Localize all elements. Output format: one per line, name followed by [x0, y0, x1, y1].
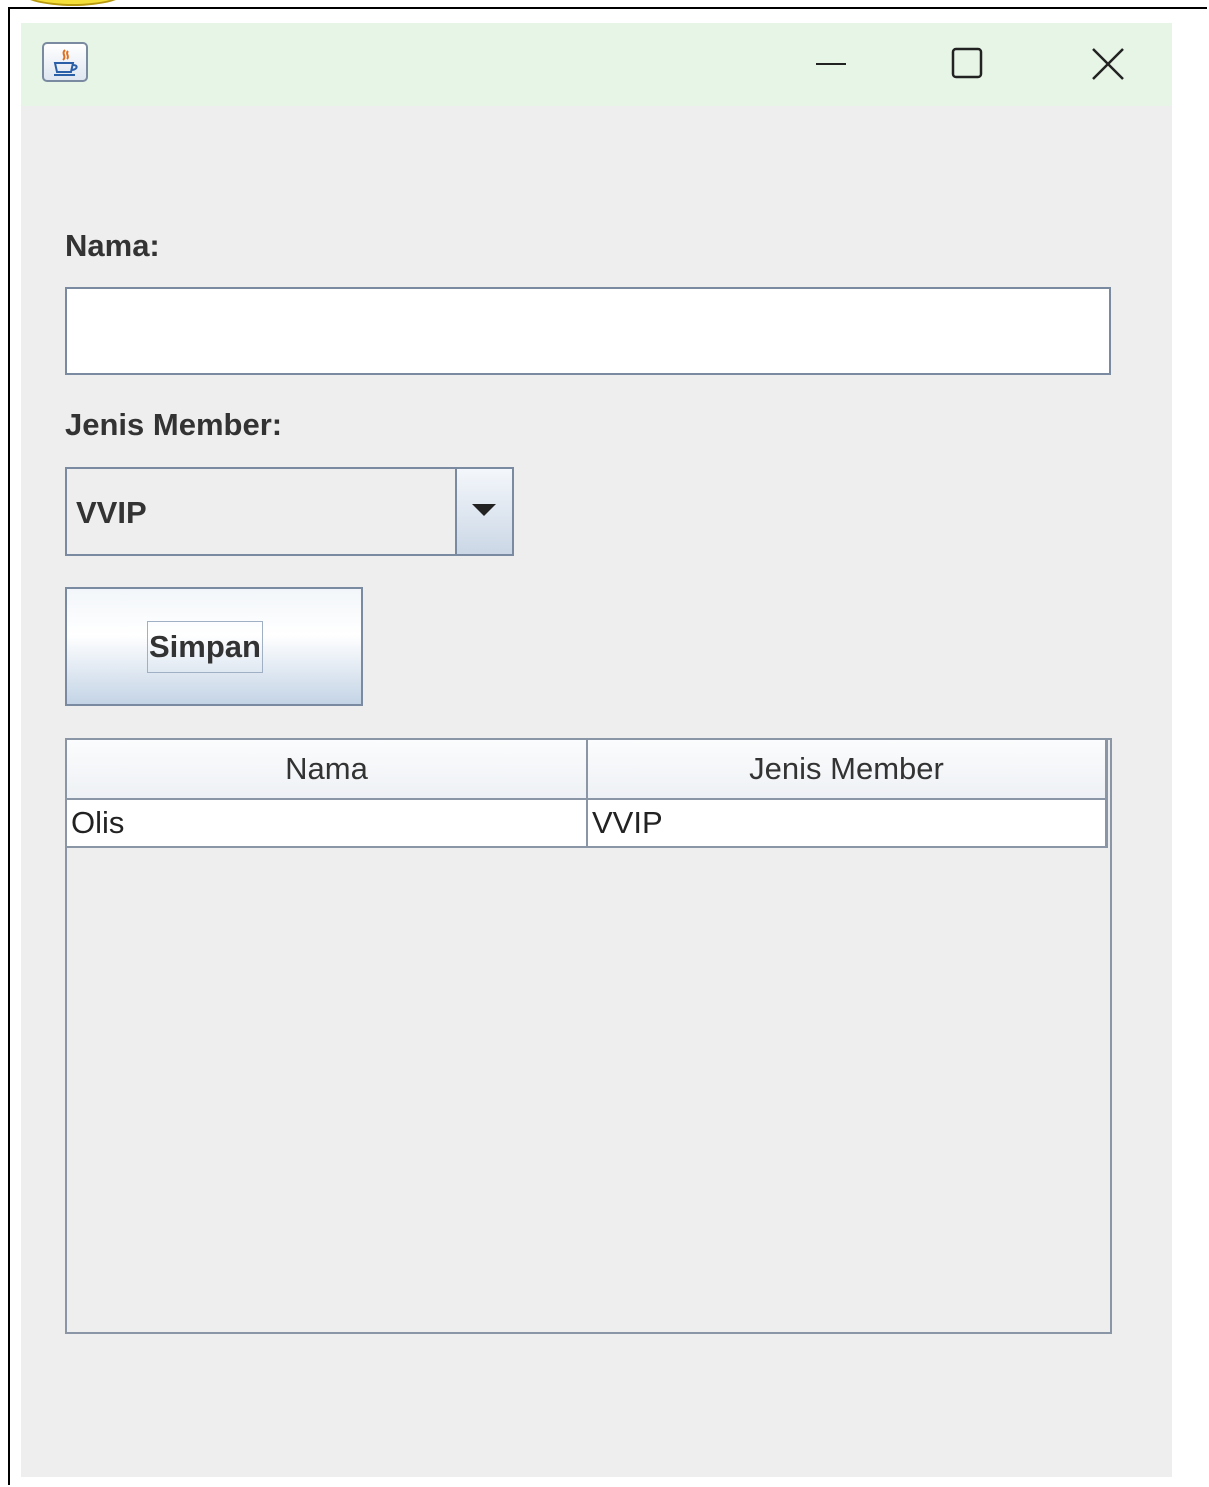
triangle-down-icon — [472, 504, 496, 516]
member-table[interactable]: Nama Jenis Member Olis VVIP — [65, 738, 1112, 1334]
column-header-jenis-member[interactable]: Jenis Member — [588, 740, 1105, 798]
member-type-selected: VVIP — [76, 495, 147, 530]
java-coffee-cup-icon[interactable] — [42, 42, 88, 82]
decorative-highlight — [18, 0, 128, 6]
column-header-nama[interactable]: Nama — [67, 740, 588, 798]
dropdown-arrow-button[interactable] — [455, 469, 512, 554]
name-input[interactable] — [65, 287, 1111, 375]
save-button[interactable]: Simpan — [65, 587, 363, 706]
minimize-button[interactable] — [797, 39, 857, 89]
table-cell-nama[interactable]: Olis — [67, 800, 588, 846]
member-type-dropdown[interactable]: VVIP — [65, 467, 514, 556]
member-type-label: Jenis Member: — [65, 407, 283, 442]
table-header: Nama Jenis Member — [67, 740, 1108, 800]
title-bar[interactable] — [21, 23, 1172, 106]
save-button-label: Simpan — [147, 621, 263, 673]
table-cell-jenis-member[interactable]: VVIP — [588, 800, 1105, 846]
close-button[interactable] — [1077, 39, 1137, 89]
maximize-button[interactable] — [937, 39, 997, 89]
name-label: Nama: — [65, 228, 160, 263]
app-window: Nama: Jenis Member: VVIP Simpan Nama Jen… — [21, 23, 1172, 1477]
table-row[interactable]: Olis VVIP — [67, 800, 1108, 848]
